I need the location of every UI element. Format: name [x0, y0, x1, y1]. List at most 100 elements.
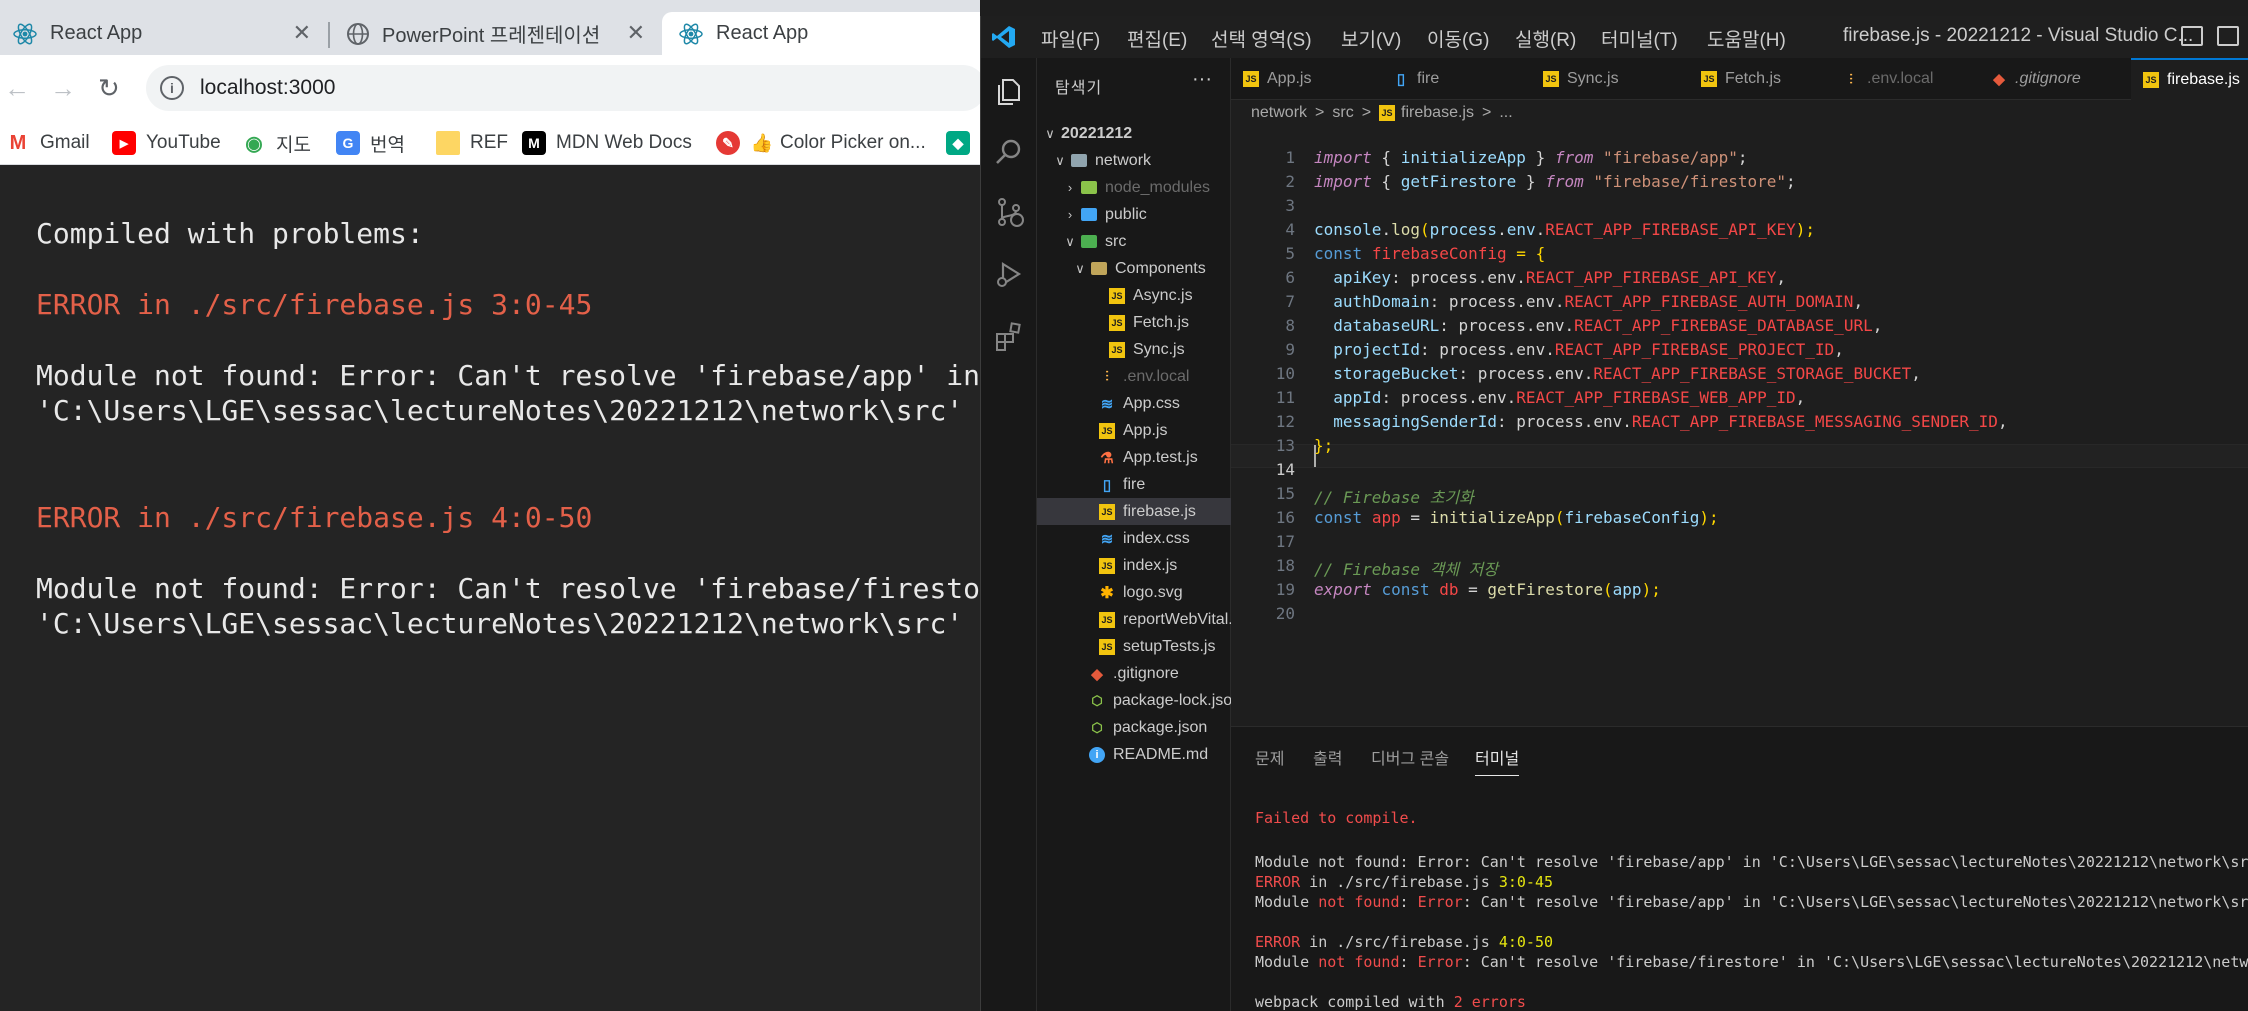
search-icon[interactable] — [993, 136, 1025, 168]
tree-label: index.js — [1123, 556, 1178, 574]
menu-go[interactable]: 이동(G) — [1427, 25, 1489, 52]
bookmark-color-picker[interactable]: ✎ 👍 Color Picker on... — [716, 127, 926, 159]
breadcrumb-src[interactable]: src — [1332, 104, 1353, 122]
panel-tab-problems[interactable]: 문제 — [1255, 745, 1284, 769]
tree-file-package-json[interactable]: ⬡ package.json — [1037, 714, 1231, 741]
tree-file-env-local[interactable]: ⫶ .env.local — [1037, 363, 1231, 390]
line-number: 4 — [1285, 220, 1295, 239]
tree-folder-node-modules[interactable]: › node_modules — [1037, 174, 1231, 201]
tree-file-async[interactable]: JS Async.js — [1037, 282, 1231, 309]
bookmark-youtube[interactable]: ▶ YouTube — [112, 127, 221, 159]
tree-folder-public[interactable]: › public — [1037, 201, 1231, 228]
code-token: . — [1535, 220, 1546, 239]
code-editor[interactable]: 1 2 3 4 5 6 7 8 9 10 11 12 13 14 15 16 1… — [1231, 126, 2248, 726]
bookmark-mdn[interactable]: M MDN Web Docs — [522, 127, 692, 159]
close-icon[interactable]: ✕ — [627, 20, 645, 46]
more-actions-icon[interactable]: ··· — [1192, 68, 1212, 91]
code-token: import — [1314, 172, 1372, 191]
code-token: log — [1391, 220, 1420, 239]
breadcrumb-network[interactable]: network — [1251, 104, 1307, 122]
run-debug-icon[interactable] — [993, 258, 1025, 290]
code-token: ); — [1641, 580, 1661, 599]
tree-file-sync[interactable]: JS Sync.js — [1037, 336, 1231, 363]
tree-file-fire[interactable]: ▯ fire — [1037, 471, 1231, 498]
tree-label: 20221212 — [1061, 124, 1133, 142]
tree-folder-src[interactable]: ∨ src — [1037, 228, 1231, 255]
menu-view[interactable]: 보기(V) — [1341, 25, 1401, 52]
tree-folder-components[interactable]: ∨ Components — [1037, 255, 1231, 282]
tree-file-logo-svg[interactable]: ✱ logo.svg — [1037, 579, 1231, 606]
tree-file-readme[interactable]: i README.md — [1037, 741, 1231, 768]
tree-folder-20221212[interactable]: ∨ 20221212 — [1037, 120, 1231, 147]
forward-arrow-icon[interactable]: → — [50, 73, 76, 104]
panel-tab-output[interactable]: 출력 — [1313, 745, 1342, 769]
breadcrumb-file[interactable]: firebase.js — [1401, 104, 1474, 122]
panel-tab-debug-console[interactable]: 디버그 콘솔 — [1371, 745, 1449, 769]
bookmark-translate[interactable]: G 번역 — [336, 127, 405, 159]
editor-tab-sync[interactable]: JS Sync.js — [1531, 58, 1681, 100]
code-token: ( — [1419, 220, 1430, 239]
code-token: firebaseConfig — [1371, 244, 1507, 263]
bookmark-gmail[interactable]: M Gmail — [6, 127, 90, 159]
terminal-token: : Can't resolve 'firebase/app' in 'C:\Us… — [1462, 893, 2248, 911]
breadcrumb-symbol[interactable]: ... — [1499, 104, 1512, 122]
bookmark-maps[interactable]: ◉ 지도 — [242, 127, 311, 159]
site-info-icon[interactable]: i — [160, 76, 184, 100]
code-token: REACT_APP_FIREBASE_API_KEY — [1545, 220, 1796, 239]
explorer-icon[interactable] — [993, 76, 1025, 108]
reload-icon[interactable]: ↻ — [98, 73, 120, 104]
terminal-line: webpack compiled with 2 errors — [1255, 993, 1526, 1011]
breadcrumb-separator: > — [1361, 104, 1372, 121]
tree-file-setup-tests[interactable]: JS setupTests.js — [1037, 633, 1231, 660]
toggle-sidebar-icon[interactable] — [2181, 26, 2203, 46]
extensions-icon[interactable] — [993, 320, 1025, 352]
source-control-icon[interactable] — [993, 196, 1025, 228]
menu-terminal[interactable]: 터미널(T) — [1601, 25, 1678, 52]
tree-file-package-lock[interactable]: ⬡ package-lock.json — [1037, 687, 1231, 714]
line-number: 20 — [1275, 604, 1295, 623]
close-icon[interactable]: ✕ — [293, 20, 311, 46]
tab-label: Sync.js — [1567, 70, 1619, 87]
tree-file-gitignore[interactable]: ◆ .gitignore — [1037, 660, 1231, 687]
breadcrumb-separator: > — [1481, 104, 1492, 121]
css-file-icon: ≋ — [1100, 530, 1114, 548]
terminal-token: not found — [1318, 893, 1400, 911]
editor-tab-env-local[interactable]: ⫶ .env.local — [1831, 58, 1981, 100]
menu-file[interactable]: 파일(F) — [1041, 25, 1100, 52]
tree-file-app-css[interactable]: ≋ App.css — [1037, 390, 1231, 417]
menu-help[interactable]: 도움말(H) — [1707, 25, 1786, 52]
browser-tab-react-app-2[interactable]: React App — [662, 12, 980, 55]
menu-run[interactable]: 실행(R) — [1515, 25, 1576, 52]
tree-file-index-css[interactable]: ≋ index.css — [1037, 525, 1231, 552]
tree-folder-network[interactable]: ∨ network — [1037, 147, 1231, 174]
toggle-panel-icon[interactable] — [2217, 26, 2239, 46]
tree-file-fetch[interactable]: JS Fetch.js — [1037, 309, 1231, 336]
file-icon: ▯ — [1102, 476, 1112, 494]
panel-tab-terminal[interactable]: 터미널 — [1475, 745, 1520, 776]
tree-file-app-test[interactable]: ⚗ App.test.js — [1037, 444, 1231, 471]
address-bar[interactable]: i localhost:3000 — [146, 65, 980, 111]
tree-file-report-web-vitals[interactable]: JS reportWebVital... — [1037, 606, 1231, 633]
menu-selection[interactable]: 선택 영역(S) — [1211, 25, 1312, 52]
browser-tab-react-app-1[interactable]: React App ✕ — [0, 12, 325, 55]
tree-label: node_modules — [1105, 178, 1210, 196]
editor-tab-gitignore[interactable]: ◆ .gitignore — [1979, 58, 2129, 100]
browser-tab-powerpoint[interactable]: PowerPoint 프레젠테이션 ✕ — [334, 12, 659, 55]
editor-tab-firebase[interactable]: JS firebase.js — [2131, 58, 2248, 100]
back-arrow-icon[interactable]: ← — [4, 73, 30, 104]
breadcrumb: network > src > JS firebase.js > ... — [1251, 104, 1513, 122]
terminal-line: Module not found: Error: Can't resolve '… — [1255, 953, 2248, 971]
tree-file-index-js[interactable]: JS index.js — [1037, 552, 1231, 579]
editor-tab-app-js[interactable]: JS App.js — [1231, 58, 1381, 100]
editor-tab-fetch[interactable]: JS Fetch.js — [1689, 58, 1839, 100]
bookmark-extra[interactable]: ◆ — [946, 127, 980, 159]
code-line: export const db = getFirestore(app); — [1314, 580, 1661, 599]
bookmark-ref[interactable]: REF — [436, 127, 508, 159]
editor-tab-fire[interactable]: ▯ fire — [1381, 58, 1531, 100]
tree-file-firebase[interactable]: JS firebase.js — [1037, 498, 1231, 525]
bookmark-label: MDN Web Docs — [556, 132, 692, 153]
code-token: ); — [1699, 508, 1719, 527]
menu-edit[interactable]: 편집(E) — [1127, 25, 1187, 52]
tree-file-app-js[interactable]: JS App.js — [1037, 417, 1231, 444]
